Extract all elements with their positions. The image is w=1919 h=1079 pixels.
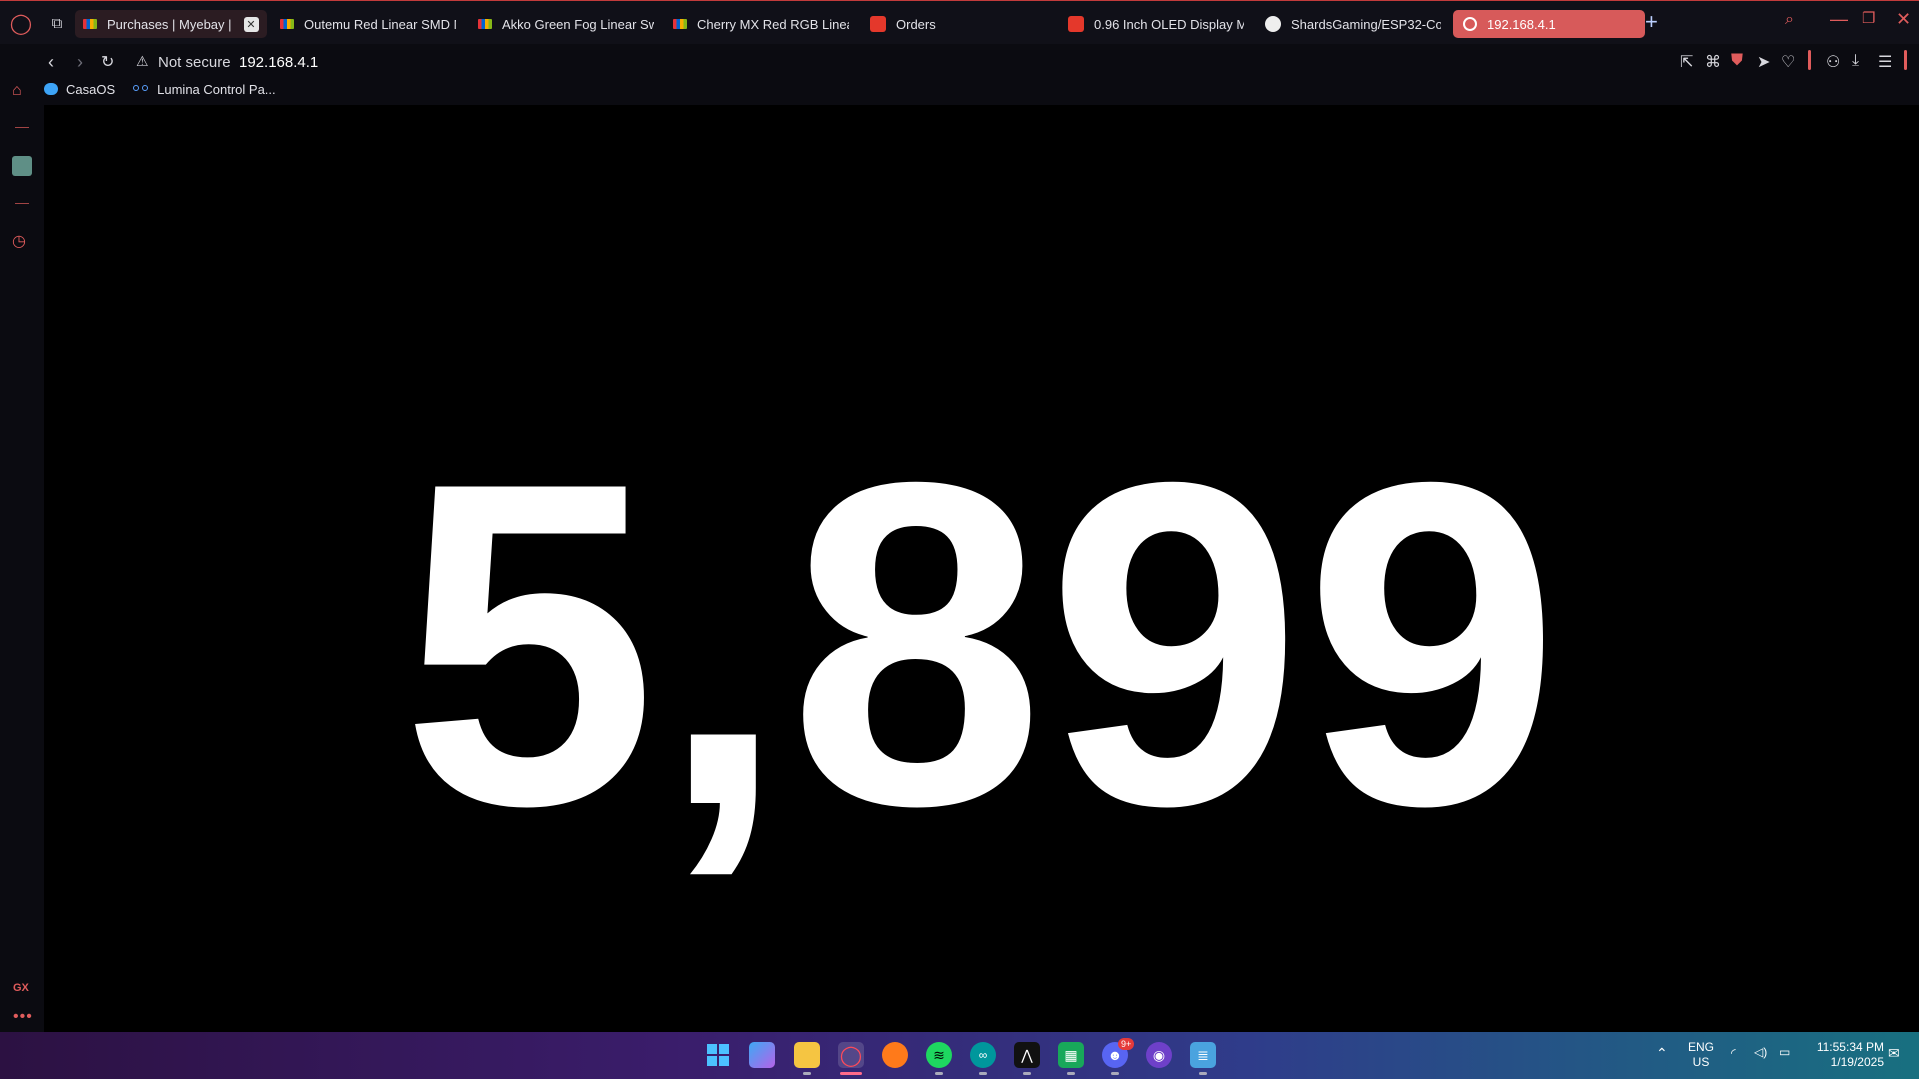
reload-icon[interactable]: ↻	[101, 52, 114, 72]
history-clock-icon[interactable]: ◷	[12, 231, 26, 251]
back-icon[interactable]: ‹	[48, 52, 54, 73]
opera-gx-taskbar-icon[interactable]: ◯	[838, 1042, 864, 1068]
cleaner-icon[interactable]: ⌂	[12, 82, 22, 100]
new-tab-button[interactable]: +	[1645, 9, 1658, 35]
url-field[interactable]: 192.168.4.1	[239, 54, 318, 71]
bookmark-lumina[interactable]: Lumina Control Pa...	[133, 82, 276, 97]
running-indicator	[1199, 1072, 1207, 1075]
gx-corner-icon[interactable]: GX	[13, 982, 29, 994]
adblock-shield-icon[interactable]: ⛊	[1731, 52, 1743, 70]
tab-akko[interactable]: Akko Green Fog Linear Sw	[478, 10, 654, 38]
running-indicator	[979, 1072, 987, 1075]
casaos-icon	[44, 83, 58, 95]
github-desktop-icon[interactable]: ◉	[1146, 1042, 1172, 1068]
page-content: 5,899	[44, 105, 1919, 1032]
divider	[1904, 50, 1907, 70]
language-code: ENG	[1688, 1040, 1715, 1054]
tab-label: Orders	[896, 16, 936, 32]
github-icon	[1265, 16, 1281, 32]
active-indicator	[840, 1072, 862, 1075]
running-indicator	[1111, 1072, 1119, 1075]
favorites-heart-icon[interactable]: ♡	[1781, 52, 1795, 72]
security-label[interactable]: Not secure	[158, 54, 231, 71]
file-explorer-icon[interactable]	[794, 1042, 820, 1068]
ebay-icon	[83, 19, 97, 29]
aliexpress-icon	[1068, 16, 1084, 32]
tab-bar: ◯ ⧉ Purchases | Myebay | ✕ Outemu Red Li…	[0, 0, 1919, 44]
tab-label: 192.168.4.1	[1487, 16, 1556, 32]
tab-islands-icon[interactable]: ⧉	[45, 11, 69, 35]
bookmark-label: Lumina Control Pa...	[157, 81, 276, 97]
time-text: 11:55:34 PM	[1816, 1040, 1884, 1054]
sidebar-divider	[15, 127, 29, 128]
copilot-icon[interactable]	[749, 1042, 775, 1068]
firefox-icon[interactable]	[882, 1042, 908, 1068]
restore-icon[interactable]: ❐	[1862, 9, 1875, 27]
profile-icon[interactable]: ⚇	[1826, 52, 1840, 72]
date-text: 1/19/2025	[1830, 1055, 1884, 1069]
minimize-icon[interactable]: —	[1830, 9, 1848, 30]
running-indicator	[1023, 1072, 1031, 1075]
tab-orders[interactable]: Orders	[870, 10, 1050, 38]
arduino-icon[interactable]: ∞	[970, 1042, 996, 1068]
ebay-icon	[280, 19, 294, 29]
battery-icon[interactable]: ▭	[1779, 1045, 1790, 1060]
wifi-icon[interactable]: ◜	[1731, 1046, 1736, 1061]
windows-taskbar: ◯ ≋ ∞ ⋀ ▦ ☻ 9+ ◉ ≣ ⌃ ENG US ◜ ◁) ▭ 11:55…	[0, 1032, 1919, 1079]
download-icon[interactable]: ⤓	[1852, 52, 1859, 70]
notepad-icon[interactable]: ≣	[1190, 1042, 1216, 1068]
share-icon[interactable]: ⇱	[1680, 52, 1693, 72]
address-bar: ‹ › ↻ ⚠ Not secure 192.168.4.1 ⇱ ⌘ ⛊ ➤ ♡…	[0, 44, 1919, 80]
sidebar-divider	[15, 203, 29, 204]
bookmark-casaos[interactable]: CasaOS	[44, 82, 115, 97]
show-hidden-icons[interactable]: ⌃	[1656, 1046, 1668, 1061]
lumina-icon	[133, 85, 149, 93]
menu-icon[interactable]: ☰	[1878, 52, 1892, 72]
counter-value: 5,899	[400, 388, 1563, 901]
forward-icon[interactable]: ›	[77, 52, 83, 73]
tab-label: ShardsGaming/ESP32-Co	[1291, 16, 1441, 32]
ebay-icon	[673, 19, 687, 29]
send-icon[interactable]: ➤	[1757, 52, 1770, 72]
chatgpt-icon[interactable]	[12, 156, 32, 176]
bookmark-label: CasaOS	[66, 81, 116, 97]
tab-purchases[interactable]: Purchases | Myebay | ✕	[75, 10, 267, 38]
warning-icon[interactable]: ⚠	[136, 53, 149, 70]
close-tab-icon[interactable]: ✕	[243, 16, 259, 32]
language-indicator[interactable]: ENG US	[1688, 1040, 1714, 1070]
sidebar: ⌂ ◷	[0, 80, 44, 1032]
tab-oled[interactable]: 0.96 Inch OLED Display M	[1068, 10, 1244, 38]
windows-start-icon[interactable]	[705, 1042, 731, 1068]
close-window-icon[interactable]: ✕	[1896, 9, 1911, 30]
globe-icon	[1463, 17, 1477, 31]
bookmarks-bar: CasaOS Lumina Control Pa...	[44, 78, 294, 100]
ebay-icon	[478, 19, 492, 29]
running-indicator	[935, 1072, 943, 1075]
more-icon[interactable]: •••	[13, 1008, 33, 1026]
spotify-icon[interactable]: ≋	[926, 1042, 952, 1068]
tab-cherry[interactable]: Cherry MX Red RGB Linea	[673, 10, 849, 38]
discord-badge: 9+	[1118, 1038, 1135, 1050]
volume-icon[interactable]: ◁)	[1754, 1045, 1767, 1060]
tab-github[interactable]: ShardsGaming/ESP32-Co	[1265, 10, 1441, 38]
tab-label: Cherry MX Red RGB Linea	[697, 16, 849, 32]
tab-label: Outemu Red Linear SMD M	[304, 16, 456, 32]
region-code: US	[1692, 1055, 1710, 1069]
search-tabs-icon[interactable]: ⌕	[1785, 11, 1794, 29]
tab-label: Akko Green Fog Linear Sw	[502, 16, 654, 32]
sheets-icon[interactable]: ▦	[1058, 1042, 1084, 1068]
clock[interactable]: 11:55:34 PM 1/19/2025	[1806, 1040, 1884, 1070]
tab-label: Purchases | Myebay |	[107, 16, 232, 32]
tab-label: 0.96 Inch OLED Display M	[1094, 16, 1244, 32]
opera-logo-icon[interactable]: ◯	[9, 11, 33, 35]
running-indicator	[1067, 1072, 1075, 1075]
snapshot-icon[interactable]: ⌘	[1705, 52, 1721, 72]
divider	[1808, 50, 1811, 70]
notifications-icon[interactable]: ✉	[1888, 1046, 1900, 1061]
predator-icon[interactable]: ⋀	[1014, 1042, 1040, 1068]
tab-active-192[interactable]: 192.168.4.1	[1453, 10, 1645, 38]
running-indicator	[803, 1072, 811, 1075]
tab-outemu[interactable]: Outemu Red Linear SMD M	[280, 10, 456, 38]
aliexpress-icon	[870, 16, 886, 32]
